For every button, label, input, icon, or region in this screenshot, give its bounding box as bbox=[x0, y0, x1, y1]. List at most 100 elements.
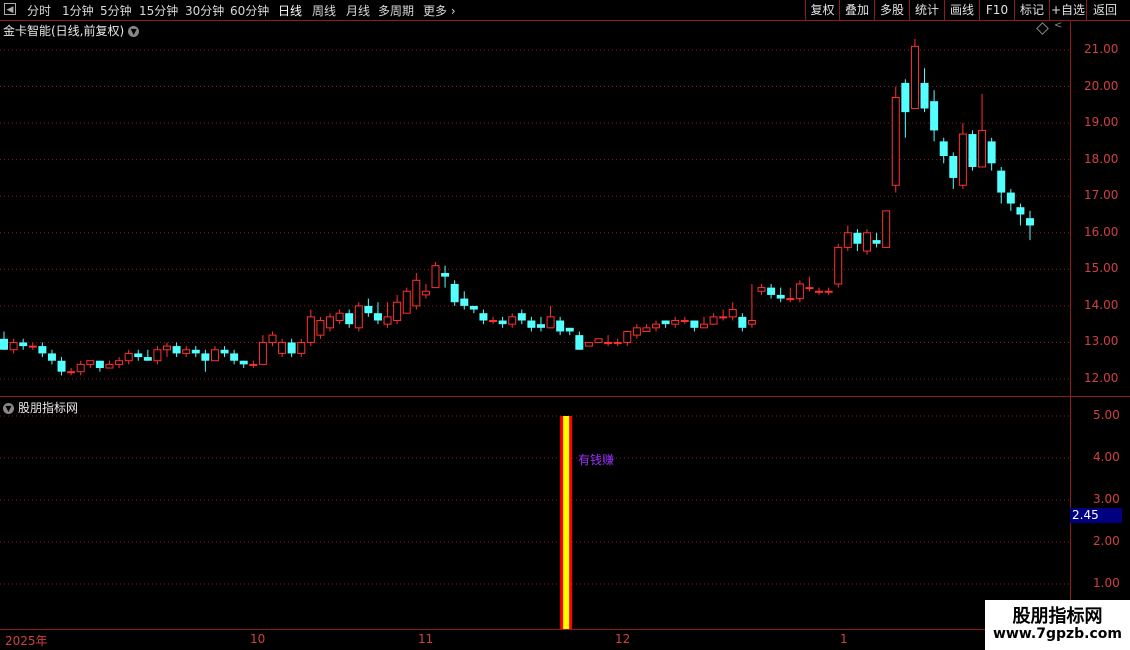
candle-body-up bbox=[709, 316, 718, 325]
candle-body-up bbox=[153, 349, 162, 362]
candle-body-down bbox=[479, 313, 488, 321]
price-label: 18.00 bbox=[1084, 151, 1119, 166]
candle-body-down bbox=[690, 320, 699, 328]
candle-body-down bbox=[575, 335, 584, 350]
candle-body-up bbox=[910, 45, 919, 109]
candle-body-up bbox=[67, 371, 76, 374]
candle-body-up bbox=[652, 323, 661, 329]
candle-body-up bbox=[862, 232, 871, 252]
candle-body-down bbox=[57, 360, 66, 372]
candle-body-down bbox=[143, 357, 152, 361]
candle-body-down bbox=[95, 360, 104, 369]
candle-body-up bbox=[306, 316, 315, 343]
candle-body-up bbox=[671, 320, 680, 325]
candle-body-down bbox=[469, 305, 478, 310]
candle-body-down bbox=[364, 305, 373, 314]
candle-body-down bbox=[1006, 192, 1015, 204]
candle-body-down bbox=[287, 342, 296, 354]
candle-body-up bbox=[489, 320, 498, 323]
candle-body-up bbox=[642, 327, 651, 332]
price-label: 19.00 bbox=[1084, 115, 1119, 130]
candle-body-up bbox=[613, 341, 622, 344]
candle-body-up bbox=[115, 360, 124, 365]
candle-body-down bbox=[556, 320, 565, 332]
candle-body-up bbox=[805, 287, 814, 290]
candle-body-up bbox=[757, 287, 766, 292]
candle-body-up bbox=[354, 305, 363, 329]
price-label: 15.00 bbox=[1084, 261, 1119, 276]
indicator-current-value: 2.45 bbox=[1070, 508, 1122, 523]
candle-body-up bbox=[124, 352, 133, 362]
candle-body-up bbox=[719, 316, 728, 319]
candle-body-up bbox=[594, 338, 603, 343]
candle-body-up bbox=[508, 316, 517, 325]
chevron-down-icon[interactable]: ▼ bbox=[3, 403, 14, 414]
indicator-label: 1.00 bbox=[1093, 576, 1120, 590]
candle-body-down bbox=[872, 240, 881, 244]
candle-body-up bbox=[249, 363, 258, 366]
candle-body-up bbox=[834, 246, 843, 285]
candle-body-down bbox=[47, 353, 56, 361]
candle-body-down bbox=[345, 313, 354, 325]
signal-bar-inner bbox=[563, 416, 570, 629]
indicator-label: 2.00 bbox=[1093, 534, 1120, 548]
candle-body-up bbox=[699, 323, 708, 329]
candle-body-up bbox=[383, 316, 392, 325]
candle-body-up bbox=[623, 330, 632, 343]
candlestick-chart[interactable] bbox=[0, 0, 1070, 630]
candle-body-down bbox=[776, 294, 785, 299]
candle-body-down bbox=[565, 327, 574, 332]
back-button[interactable]: 返回 bbox=[1086, 0, 1123, 20]
price-label: 14.00 bbox=[1084, 297, 1119, 312]
date-label-dec: 12 bbox=[615, 632, 631, 646]
candle-body-down bbox=[987, 141, 996, 164]
candle-body-up bbox=[824, 290, 833, 293]
candle-body-up bbox=[278, 341, 287, 354]
price-label: 13.00 bbox=[1084, 334, 1119, 349]
candle-body-up bbox=[786, 298, 795, 301]
candle-body-up bbox=[632, 327, 641, 336]
price-label: 17.00 bbox=[1084, 188, 1119, 203]
watermark-url: www.7gpzb.com bbox=[992, 626, 1122, 642]
candle-body-down bbox=[661, 320, 670, 325]
candle-body-down bbox=[220, 349, 229, 354]
candle-body-up bbox=[795, 283, 804, 300]
candle-body-down bbox=[460, 298, 469, 306]
candle-body-down bbox=[517, 313, 526, 321]
date-label-year: 2025年 bbox=[5, 634, 48, 648]
candle-body-up bbox=[412, 279, 421, 307]
price-label: 12.00 bbox=[1084, 371, 1119, 385]
candle-body-up bbox=[546, 316, 555, 329]
info-panel-edge bbox=[1120, 20, 1130, 630]
candle-body-up bbox=[958, 133, 967, 186]
candle-body-up bbox=[163, 345, 172, 351]
candle-body-down bbox=[920, 82, 929, 109]
candle-body-down bbox=[767, 287, 776, 295]
candle-body-up bbox=[9, 341, 18, 351]
candle-body-down bbox=[901, 82, 910, 113]
candle-body-up bbox=[326, 316, 335, 329]
candle-body-down bbox=[536, 324, 545, 328]
candle-body-down bbox=[441, 272, 450, 277]
candle-body-up bbox=[747, 320, 756, 325]
candle-body-down bbox=[1016, 207, 1025, 215]
candle-body-up bbox=[843, 232, 852, 248]
candle-body-up bbox=[680, 320, 689, 323]
candle-body-up bbox=[105, 363, 114, 369]
candle-body-down bbox=[527, 320, 536, 328]
candle-body-up bbox=[210, 349, 219, 362]
candle-body-up bbox=[728, 309, 737, 318]
date-label-jan: 1 bbox=[840, 632, 848, 646]
candle-body-up bbox=[584, 341, 593, 347]
indicator-label: 5.00 bbox=[1093, 408, 1120, 422]
candle-body-down bbox=[201, 353, 210, 361]
candle-body-down bbox=[949, 156, 958, 178]
candle-body-down bbox=[1026, 218, 1034, 226]
candle-body-down bbox=[738, 316, 747, 328]
candle-body-up bbox=[402, 290, 411, 314]
candle-body-down bbox=[230, 353, 239, 361]
candle-body-up bbox=[335, 312, 344, 322]
watermark-title: 股朋指标网 bbox=[1012, 606, 1103, 627]
candle-body-up bbox=[431, 265, 440, 289]
indicator-title: ▼ 股朋指标网 bbox=[3, 399, 78, 416]
